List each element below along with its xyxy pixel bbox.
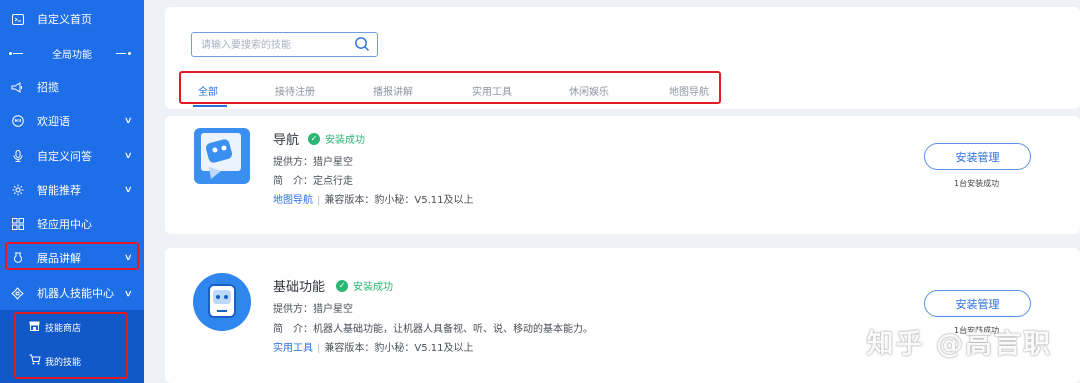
provider-row: 提供方：猎户星空 bbox=[273, 300, 353, 315]
meta-row: 实用工具 | 兼容版本：豹小秘：V5.11及以上 bbox=[273, 339, 473, 354]
search-icon[interactable] bbox=[354, 36, 370, 52]
sidebar-item-robot-skills[interactable]: 机器人技能中心 ∧ bbox=[0, 276, 144, 310]
gear-icon bbox=[11, 184, 24, 197]
check-circle-icon: ✓ bbox=[336, 279, 348, 292]
status-badge: ✓ 安装成功 bbox=[308, 131, 365, 146]
apps-grid-icon bbox=[11, 218, 24, 231]
chevron-up-icon: ∧ bbox=[124, 288, 134, 298]
skill-name: 导航 bbox=[273, 133, 300, 148]
sidebar-item-label: 自定义首页 bbox=[37, 13, 92, 26]
sidebar: 自定义首页 全局功能 招揽 欢迎语 ∨ 自定义问答 ∨ 智能推荐 ∨ 轻应用中心… bbox=[0, 0, 144, 383]
microphone-icon bbox=[11, 150, 24, 163]
provider-label: 提供方： bbox=[273, 157, 313, 168]
provider-value: 猎户星空 bbox=[313, 157, 353, 168]
sidebar-item-custom-qa[interactable]: 自定义问答 ∨ bbox=[0, 139, 144, 173]
compat-label: 兼容版本： bbox=[324, 195, 375, 206]
install-count: 1台安装成功 bbox=[954, 179, 1000, 188]
active-tab-indicator bbox=[193, 105, 227, 107]
description-value: 定点行走 bbox=[313, 176, 353, 187]
separator: | bbox=[317, 343, 321, 354]
chevron-down-icon: ∨ bbox=[124, 116, 134, 126]
sidebar-item-label: 招揽 bbox=[37, 81, 59, 94]
chevron-down-icon: ∨ bbox=[124, 151, 134, 161]
sidebar-item-smart-recommend[interactable]: 智能推荐 ∨ bbox=[0, 173, 144, 207]
description-value: 机器人基础功能，让机器人具备视、听、说、移动的基本能力。 bbox=[313, 324, 593, 335]
welcome-icon bbox=[11, 115, 24, 128]
category-link[interactable]: 地图导航 bbox=[273, 195, 313, 206]
description-label: 简 介： bbox=[273, 324, 313, 335]
highlight-box bbox=[14, 312, 128, 379]
separator: | bbox=[317, 195, 321, 206]
sidebar-group-global: 全局功能 bbox=[0, 36, 144, 70]
manage-install-button[interactable]: 安装管理 bbox=[924, 290, 1031, 317]
sidebar-item-label: 欢迎语 bbox=[37, 115, 70, 128]
megaphone-icon bbox=[11, 81, 24, 94]
divider-line bbox=[13, 53, 23, 54]
sidebar-item-custom-home[interactable]: 自定义首页 bbox=[0, 2, 144, 36]
sidebar-group-label: 全局功能 bbox=[52, 49, 92, 61]
robot-skill-icon bbox=[11, 286, 24, 300]
divider-dot bbox=[9, 52, 12, 55]
sidebar-item-label: 机器人技能中心 bbox=[37, 287, 114, 300]
search-input[interactable] bbox=[201, 38, 351, 52]
custom-home-icon bbox=[11, 13, 24, 26]
status-text: 安装成功 bbox=[353, 282, 393, 293]
description-row: 简 介：定点行走 bbox=[273, 172, 353, 187]
category-link[interactable]: 实用工具 bbox=[273, 343, 313, 354]
manage-install-button[interactable]: 安装管理 bbox=[924, 143, 1031, 170]
highlight-box bbox=[179, 71, 721, 104]
highlight-box bbox=[5, 242, 139, 270]
chevron-down-icon: ∨ bbox=[124, 185, 134, 195]
sidebar-item-label: 轻应用中心 bbox=[37, 218, 92, 231]
meta-row: 地图导航 | 兼容版本：豹小秘：V5.11及以上 bbox=[273, 191, 473, 206]
compat-value: 豹小秘：V5.11及以上 bbox=[374, 195, 474, 206]
sidebar-item-label: 智能推荐 bbox=[37, 184, 81, 197]
basic-function-skill-icon bbox=[192, 272, 252, 332]
description-label: 简 介： bbox=[273, 176, 313, 187]
navigation-skill-icon bbox=[193, 127, 251, 185]
sidebar-item-light-apps[interactable]: 轻应用中心 bbox=[0, 207, 144, 241]
search-box[interactable] bbox=[191, 32, 378, 57]
provider-value: 猎户星空 bbox=[313, 304, 353, 315]
sidebar-item-solicit[interactable]: 招揽 bbox=[0, 70, 144, 104]
compat-value: 豹小秘：V5.11及以上 bbox=[374, 343, 474, 354]
divider-line bbox=[116, 53, 126, 54]
description-row: 简 介：机器人基础功能，让机器人具备视、听、说、移动的基本能力。 bbox=[273, 320, 593, 335]
watermark: 知乎 @高言职 bbox=[866, 329, 1052, 360]
provider-row: 提供方：猎户星空 bbox=[273, 153, 353, 168]
skill-name: 基础功能 bbox=[273, 280, 326, 295]
compat-label: 兼容版本： bbox=[324, 343, 375, 354]
sidebar-item-label: 自定义问答 bbox=[37, 150, 92, 163]
check-circle-icon: ✓ bbox=[308, 132, 320, 145]
provider-label: 提供方： bbox=[273, 304, 313, 315]
status-text: 安装成功 bbox=[325, 135, 365, 146]
divider-dot bbox=[128, 52, 131, 55]
status-badge: ✓ 安装成功 bbox=[336, 278, 393, 293]
sidebar-item-welcome[interactable]: 欢迎语 ∨ bbox=[0, 104, 144, 138]
